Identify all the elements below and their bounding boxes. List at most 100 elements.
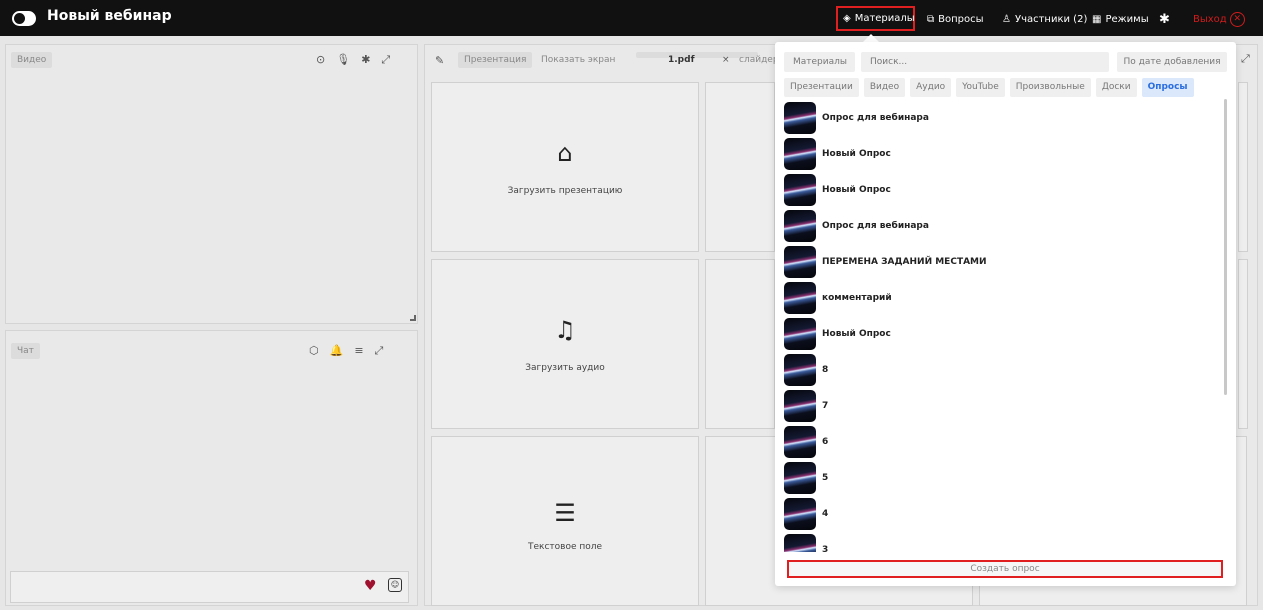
expand-icon[interactable]: ⤢ bbox=[381, 53, 390, 67]
create-poll-button[interactable]: Создать опрос bbox=[787, 560, 1223, 578]
video-controls: ⊙ 🎙 ✱ ⤢ bbox=[316, 53, 390, 67]
text-field-label: Текстовое поле bbox=[527, 542, 603, 552]
menu-icon[interactable]: ≡ bbox=[354, 344, 363, 358]
materials-label: Материалы bbox=[784, 52, 855, 72]
video-label: Видео bbox=[11, 52, 53, 68]
list-item[interactable]: 6 bbox=[784, 424, 1214, 460]
card-partial[interactable] bbox=[705, 82, 775, 252]
music-note-icon: ♫ bbox=[554, 316, 576, 344]
webinar-title: Новый вебинар bbox=[47, 8, 172, 24]
card-partial[interactable] bbox=[1238, 82, 1248, 252]
upload-presentation-card[interactable]: ⌂ Загрузить презентацию bbox=[431, 82, 699, 252]
video-panel: Видео ⊙ 🎙 ✱ ⤢ bbox=[5, 44, 418, 324]
filter-presentations[interactable]: Презентации bbox=[784, 78, 859, 97]
upload-presentation-label: Загрузить презентацию bbox=[507, 186, 623, 196]
sort-select[interactable]: По дате добавления bbox=[1117, 52, 1227, 72]
layers-icon: ◈ bbox=[843, 13, 851, 24]
list-item[interactable]: Новый Опрос bbox=[784, 136, 1214, 172]
poll-list: Опрос для вебинара Новый Опрос Новый Опр… bbox=[784, 100, 1214, 552]
poll-thumbnail bbox=[784, 426, 816, 458]
emoji-icon[interactable]: ☺ bbox=[388, 578, 402, 592]
poll-name: Опрос для вебинара bbox=[822, 221, 929, 231]
poll-name: Опрос для вебинара bbox=[822, 113, 929, 123]
close-circle-icon: ✕ bbox=[1229, 11, 1245, 27]
nav-materials[interactable]: ◈ Материалы bbox=[836, 6, 915, 31]
poll-name: 7 bbox=[822, 401, 829, 411]
poll-thumbnail bbox=[784, 210, 816, 242]
nav-modes[interactable]: ▦ Режимы bbox=[1092, 9, 1149, 29]
list-item[interactable]: комментарий bbox=[784, 280, 1214, 316]
filter-audio[interactable]: Аудио bbox=[910, 78, 952, 97]
filter-video[interactable]: Видео bbox=[863, 78, 906, 97]
poll-thumbnail bbox=[784, 534, 816, 552]
poll-thumbnail bbox=[784, 318, 816, 350]
poll-name: Новый Опрос bbox=[822, 329, 891, 339]
chat-input[interactable] bbox=[10, 571, 409, 603]
toggle-icon[interactable] bbox=[12, 11, 36, 26]
search-input[interactable] bbox=[861, 52, 1109, 72]
file-name: 1.pdf bbox=[668, 55, 695, 65]
list-item[interactable]: 4 bbox=[784, 496, 1214, 532]
settings-gear-icon[interactable]: ✱ bbox=[1159, 9, 1170, 29]
nav-questions[interactable]: ⧉ Вопросы bbox=[927, 9, 984, 29]
presentation-board-icon: ⌂ bbox=[557, 139, 573, 167]
filter-custom[interactable]: Произвольные bbox=[1009, 78, 1091, 97]
location-icon[interactable]: ⊙ bbox=[316, 53, 325, 67]
cube-icon[interactable]: ⬡ bbox=[309, 344, 319, 358]
poll-thumbnail bbox=[784, 390, 816, 422]
top-bar: Новый вебинар ◈ Материалы ⧉ Вопросы ♙ Уч… bbox=[0, 0, 1263, 36]
upload-audio-card[interactable]: ♫ Загрузить аудио bbox=[431, 259, 699, 429]
scrollbar[interactable] bbox=[1224, 99, 1227, 395]
expand-icon[interactable]: ⤢ bbox=[1241, 52, 1250, 66]
poll-name: Новый Опрос bbox=[822, 149, 891, 159]
brush-icon[interactable]: ✎ bbox=[435, 54, 444, 67]
poll-thumbnail bbox=[784, 498, 816, 530]
chat-label: Чат bbox=[11, 343, 40, 359]
filter-youtube[interactable]: YouTube bbox=[956, 78, 1005, 97]
poll-name: ПЕРЕМЕНА ЗАДАНИЙ МЕСТАМИ bbox=[822, 257, 987, 267]
poll-thumbnail bbox=[784, 102, 816, 134]
list-item[interactable]: Опрос для вебинара bbox=[784, 208, 1214, 244]
close-tab-icon[interactable]: × bbox=[722, 55, 730, 65]
chat-controls: ⬡ 🔔 ≡ ⤢ bbox=[309, 344, 383, 358]
gear-icon[interactable]: ✱ bbox=[361, 53, 370, 67]
poll-name: 6 bbox=[822, 437, 829, 447]
microphone-icon[interactable]: 🎙 bbox=[336, 53, 350, 67]
poll-thumbnail bbox=[784, 138, 816, 170]
poll-name: 5 bbox=[822, 473, 829, 483]
filter-polls[interactable]: Опросы bbox=[1141, 78, 1194, 97]
poll-thumbnail bbox=[784, 246, 816, 278]
heart-icon[interactable]: ♥ bbox=[364, 578, 377, 594]
poll-name: 4 bbox=[822, 509, 829, 519]
list-item[interactable]: 5 bbox=[784, 460, 1214, 496]
list-item[interactable]: 7 bbox=[784, 388, 1214, 424]
list-item[interactable]: Опрос для вебинара bbox=[784, 100, 1214, 136]
list-item[interactable]: 3 bbox=[784, 532, 1214, 552]
poll-name: Новый Опрос bbox=[822, 185, 891, 195]
card-partial[interactable] bbox=[1238, 259, 1248, 429]
materials-dropdown: Материалы По дате добавления Презентации… bbox=[775, 42, 1236, 586]
poll-thumbnail bbox=[784, 354, 816, 386]
card-partial[interactable] bbox=[705, 259, 775, 429]
nav-exit[interactable]: Выход ✕ bbox=[1193, 9, 1245, 29]
poll-name: 3 bbox=[822, 545, 829, 552]
bell-icon[interactable]: 🔔 bbox=[330, 344, 344, 358]
text-field-card[interactable]: ☰ Текстовое поле bbox=[431, 436, 699, 606]
filter-tabs: Презентации Видео Аудио YouTube Произвол… bbox=[784, 78, 1194, 97]
list-item[interactable]: ПЕРЕМЕНА ЗАДАНИЙ МЕСТАМИ bbox=[784, 244, 1214, 280]
poll-thumbnail bbox=[784, 462, 816, 494]
nav-participants[interactable]: ♙ Участники (2) bbox=[1002, 9, 1087, 29]
tab-presentation[interactable]: Презентация bbox=[458, 52, 533, 68]
list-item[interactable]: Новый Опрос bbox=[784, 316, 1214, 352]
text-document-icon: ☰ bbox=[554, 499, 576, 527]
list-item[interactable]: 8 bbox=[784, 352, 1214, 388]
poll-thumbnail bbox=[784, 174, 816, 206]
modes-icon: ▦ bbox=[1092, 13, 1102, 25]
filter-boards[interactable]: Доски bbox=[1095, 78, 1137, 97]
list-item[interactable]: Новый Опрос bbox=[784, 172, 1214, 208]
poll-name: комментарий bbox=[822, 293, 892, 303]
resize-handle-icon[interactable] bbox=[410, 315, 416, 321]
expand-icon[interactable]: ⤢ bbox=[375, 344, 384, 358]
tab-show-screen[interactable]: Показать экран bbox=[535, 52, 621, 68]
chat-bubbles-icon: ⧉ bbox=[927, 13, 935, 25]
